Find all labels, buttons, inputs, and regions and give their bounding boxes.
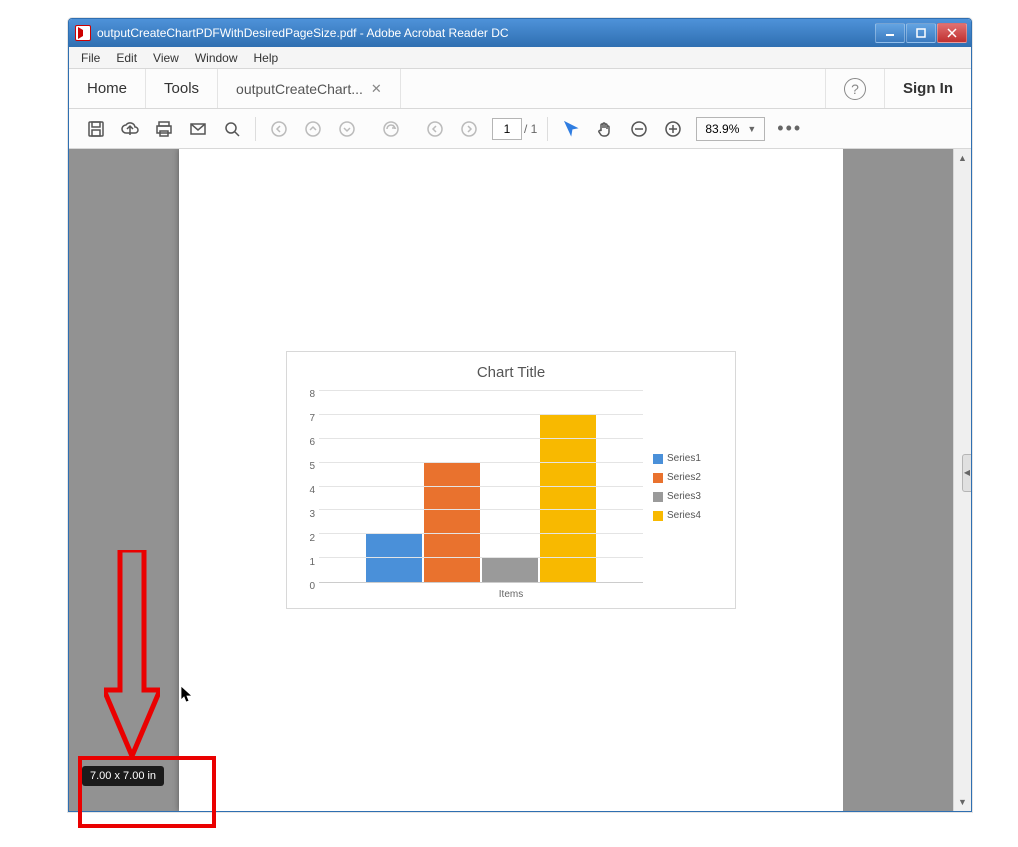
app-window: outputCreateChartPDFWithDesiredPageSize.… bbox=[68, 18, 972, 812]
legend-swatch bbox=[653, 454, 663, 464]
page-total-label: / 1 bbox=[524, 122, 537, 136]
tabstrip: Home Tools outputCreateChart... ✕ ? Sign… bbox=[69, 69, 971, 109]
zoom-in-icon[interactable] bbox=[656, 112, 690, 146]
sign-in-button[interactable]: Sign In bbox=[884, 69, 971, 108]
tab-tools[interactable]: Tools bbox=[146, 69, 218, 108]
menu-file[interactable]: File bbox=[73, 49, 108, 67]
menu-view[interactable]: View bbox=[145, 49, 187, 67]
document-area: ▶ Chart Title 012345678 Series1Series2Se… bbox=[69, 149, 971, 811]
legend-label: Series1 bbox=[667, 453, 701, 464]
legend-item: Series1 bbox=[653, 453, 721, 464]
help-button[interactable]: ? bbox=[825, 69, 884, 108]
legend-item: Series2 bbox=[653, 472, 721, 483]
maximize-button[interactable] bbox=[906, 23, 936, 43]
legend-label: Series4 bbox=[667, 510, 701, 521]
toolbar: / 1 83.9% ▼ ••• bbox=[69, 109, 971, 149]
legend-swatch bbox=[653, 473, 663, 483]
window-title: outputCreateChartPDFWithDesiredPageSize.… bbox=[97, 26, 875, 40]
cloud-icon[interactable] bbox=[113, 112, 147, 146]
page-margin-right bbox=[843, 149, 953, 811]
app-icon bbox=[75, 25, 91, 41]
zoom-value: 83.9% bbox=[705, 122, 739, 136]
next-view-icon[interactable] bbox=[452, 112, 486, 146]
selection-tool-icon[interactable] bbox=[554, 112, 588, 146]
more-tools-icon[interactable]: ••• bbox=[765, 118, 814, 139]
prev-page-up-icon[interactable] bbox=[296, 112, 330, 146]
chart-bar bbox=[366, 534, 422, 582]
tab-home[interactable]: Home bbox=[69, 69, 146, 108]
legend-label: Series3 bbox=[667, 491, 701, 502]
next-page-down-icon[interactable] bbox=[330, 112, 364, 146]
tab-close-icon[interactable]: ✕ bbox=[371, 81, 382, 97]
first-page-icon[interactable] bbox=[262, 112, 296, 146]
legend-item: Series3 bbox=[653, 491, 721, 502]
cursor-icon bbox=[180, 685, 194, 708]
menu-help[interactable]: Help bbox=[246, 49, 287, 67]
titlebar[interactable]: outputCreateChartPDFWithDesiredPageSize.… bbox=[69, 19, 971, 47]
legend-swatch bbox=[653, 492, 663, 502]
prev-view-icon[interactable] bbox=[418, 112, 452, 146]
zoom-select[interactable]: 83.9% ▼ bbox=[696, 117, 765, 141]
legend-label: Series2 bbox=[667, 472, 701, 483]
menu-window[interactable]: Window bbox=[187, 49, 246, 67]
chart-bar bbox=[482, 558, 538, 582]
tab-document[interactable]: outputCreateChart... ✕ bbox=[218, 69, 401, 108]
chart-y-axis: 012345678 bbox=[301, 391, 315, 583]
scroll-down-icon[interactable]: ▼ bbox=[954, 793, 971, 811]
chart-bar bbox=[424, 463, 480, 582]
menu-edit[interactable]: Edit bbox=[108, 49, 145, 67]
email-icon[interactable] bbox=[181, 112, 215, 146]
page-number-input[interactable] bbox=[492, 118, 522, 140]
print-icon[interactable] bbox=[147, 112, 181, 146]
legend-item: Series4 bbox=[653, 510, 721, 521]
help-icon: ? bbox=[844, 78, 866, 100]
page-margin-left bbox=[69, 149, 179, 811]
chart-title: Chart Title bbox=[301, 364, 721, 381]
pdf-page[interactable]: Chart Title 012345678 Series1Series2Seri… bbox=[179, 149, 843, 811]
chart-container: Chart Title 012345678 Series1Series2Seri… bbox=[286, 351, 736, 609]
tab-document-label: outputCreateChart... bbox=[236, 81, 363, 97]
zoom-out-icon[interactable] bbox=[622, 112, 656, 146]
minimize-button[interactable] bbox=[875, 23, 905, 43]
save-icon[interactable] bbox=[79, 112, 113, 146]
hand-tool-icon[interactable] bbox=[588, 112, 622, 146]
tools-pane-toggle-right[interactable]: ◀ bbox=[962, 454, 971, 492]
chart-x-label: Items bbox=[301, 589, 721, 600]
chart-grid bbox=[319, 391, 643, 583]
menubar: File Edit View Window Help bbox=[69, 47, 971, 69]
rotate-icon[interactable] bbox=[374, 112, 408, 146]
search-icon[interactable] bbox=[215, 112, 249, 146]
legend-swatch bbox=[653, 511, 663, 521]
page-size-tooltip: 7.00 x 7.00 in bbox=[82, 766, 164, 786]
scroll-up-icon[interactable]: ▲ bbox=[954, 149, 971, 167]
chevron-down-icon: ▼ bbox=[747, 124, 756, 134]
chart-legend: Series1 Series2 Series3 Series4 bbox=[653, 391, 721, 583]
close-button[interactable] bbox=[937, 23, 967, 43]
chart-bars bbox=[319, 391, 643, 582]
